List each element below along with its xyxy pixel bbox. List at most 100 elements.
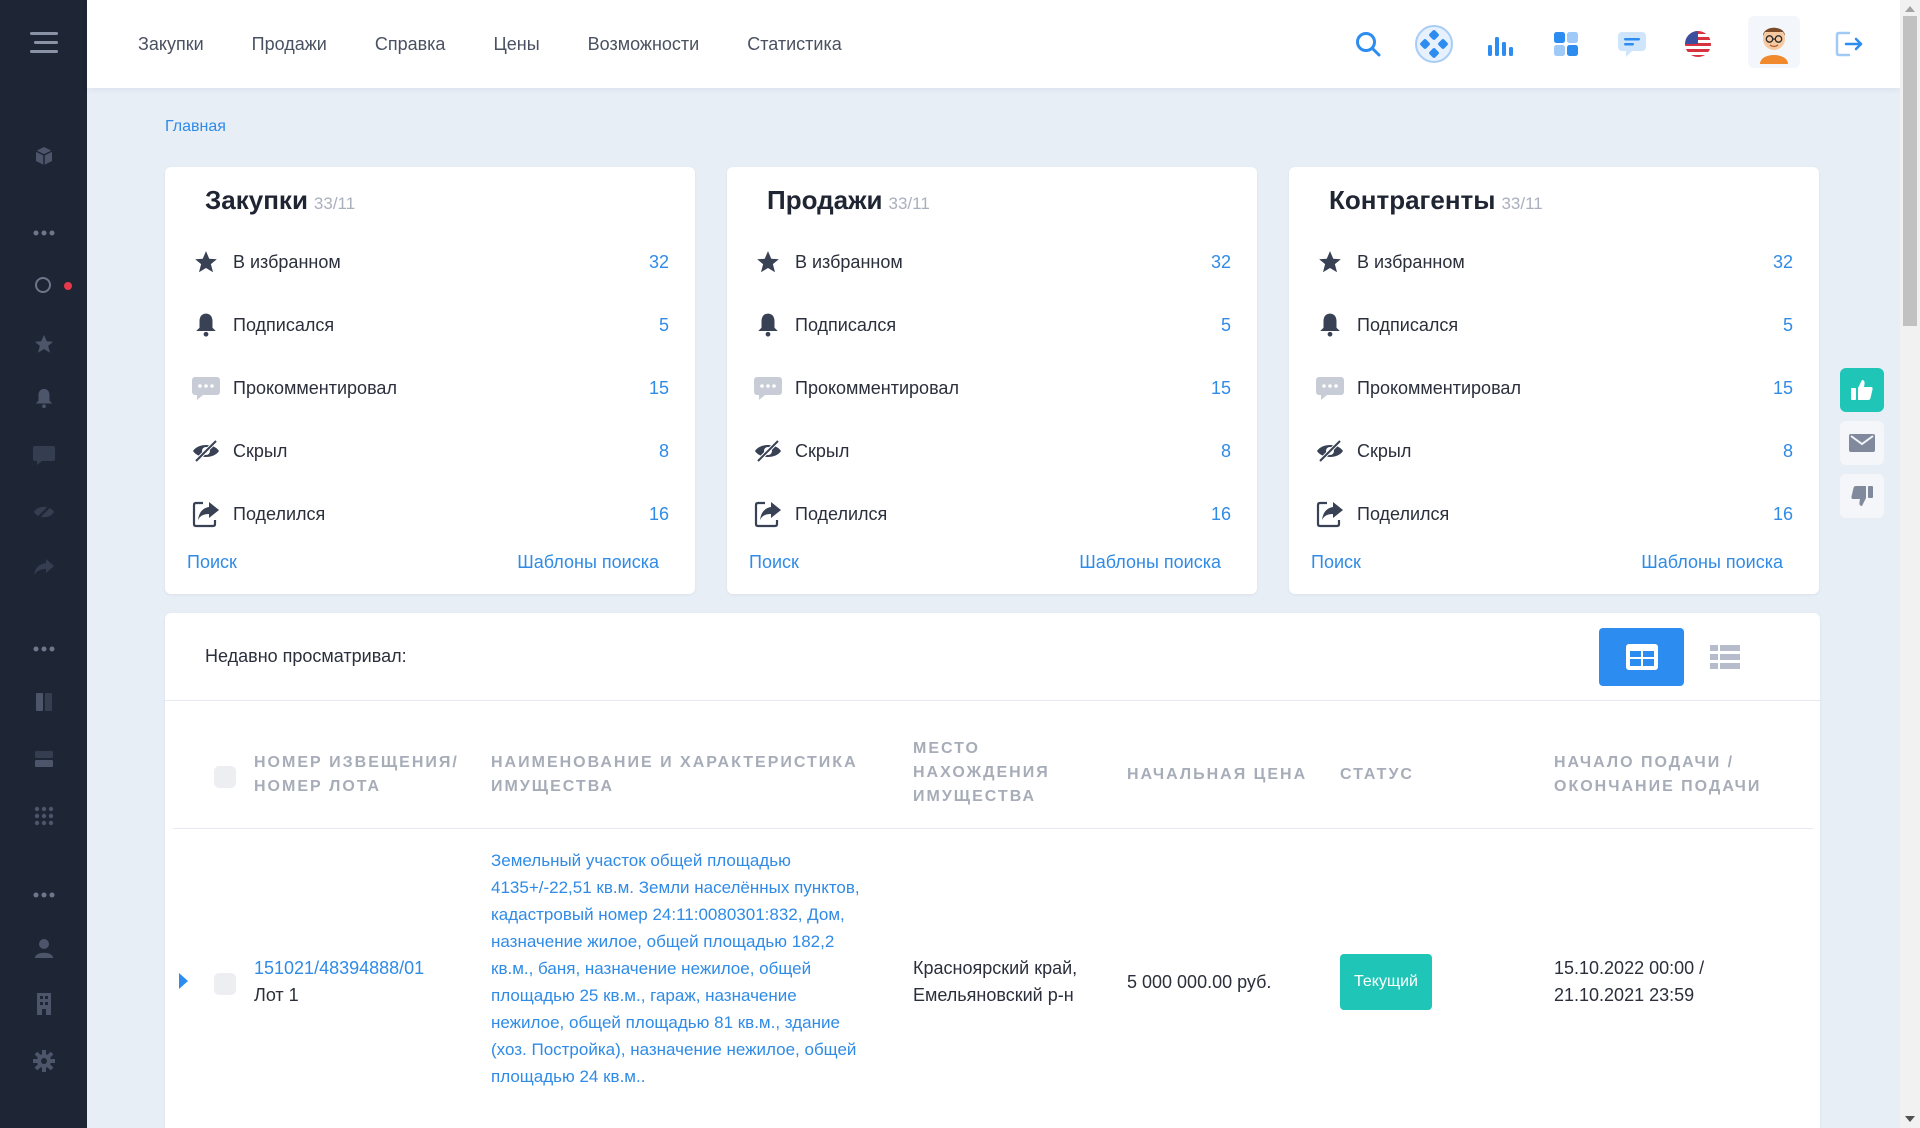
search-templates-link[interactable]: Шаблоны поиска bbox=[517, 552, 659, 573]
comment-icon bbox=[753, 373, 783, 403]
star-icon bbox=[1315, 247, 1345, 277]
bell-icon bbox=[753, 310, 783, 340]
stat-count[interactable]: 32 bbox=[1211, 252, 1231, 273]
thumbs-down-icon bbox=[1851, 486, 1873, 506]
stat-row[interactable]: Подписался 5 bbox=[753, 305, 1231, 345]
bell-icon bbox=[1315, 310, 1345, 340]
stat-row[interactable]: Прокомментировал 15 bbox=[191, 368, 669, 408]
col-status[interactable]: Статус bbox=[1340, 763, 1480, 787]
section-more-icon-3 bbox=[0, 875, 87, 915]
favorites-nav-icon[interactable] bbox=[0, 324, 87, 364]
bar-chart-icon[interactable] bbox=[1478, 22, 1522, 66]
stat-count[interactable]: 16 bbox=[1211, 504, 1231, 525]
search-link[interactable]: Поиск bbox=[749, 552, 799, 573]
property-description-link[interactable]: Земельный участок общей площадью 4135+/-… bbox=[491, 847, 869, 1090]
search-link[interactable]: Поиск bbox=[187, 552, 237, 573]
stat-row[interactable]: Поделился 16 bbox=[191, 494, 669, 534]
stat-count[interactable]: 15 bbox=[1773, 378, 1793, 399]
rows-nav-icon[interactable] bbox=[0, 739, 87, 779]
share-nav-icon[interactable] bbox=[0, 547, 87, 587]
breadcrumb[interactable]: Главная bbox=[165, 118, 226, 136]
stat-count[interactable]: 32 bbox=[649, 252, 669, 273]
stat-count[interactable]: 8 bbox=[1221, 441, 1231, 462]
user-avatar[interactable] bbox=[1748, 16, 1800, 68]
search-link[interactable]: Поиск bbox=[1311, 552, 1361, 573]
stat-count[interactable]: 5 bbox=[1221, 315, 1231, 336]
stat-count[interactable]: 5 bbox=[659, 315, 669, 336]
card-title: Контрагенты 33/11 bbox=[1329, 185, 1543, 216]
hidden-nav-icon[interactable] bbox=[0, 492, 87, 532]
col-dates[interactable]: Начало подачи / окончание подачи bbox=[1554, 751, 1794, 799]
chat-icon[interactable] bbox=[1610, 22, 1654, 66]
menu-toggle-icon[interactable] bbox=[0, 22, 87, 62]
search-templates-link[interactable]: Шаблоны поиска bbox=[1079, 552, 1221, 573]
grid-view-button[interactable] bbox=[1599, 628, 1684, 686]
col-location[interactable]: Место нахождения имущества bbox=[913, 737, 1073, 809]
mail-button[interactable] bbox=[1840, 421, 1884, 465]
search-templates-link[interactable]: Шаблоны поиска bbox=[1641, 552, 1783, 573]
apps-nav-icon[interactable] bbox=[0, 796, 87, 836]
stat-row[interactable]: Скрыл 8 bbox=[753, 431, 1231, 471]
scroll-thumb[interactable] bbox=[1903, 16, 1917, 326]
us-flag-icon[interactable] bbox=[1676, 22, 1720, 66]
stat-count[interactable]: 8 bbox=[1783, 441, 1793, 462]
property-location: Красноярский край, Емельяновский р-н bbox=[913, 958, 1078, 1005]
expand-row-icon[interactable] bbox=[179, 973, 188, 989]
stat-label: Скрыл bbox=[233, 440, 288, 461]
list-view-button[interactable] bbox=[1682, 628, 1767, 686]
building-nav-icon[interactable] bbox=[0, 984, 87, 1024]
vertical-scrollbar[interactable] bbox=[1900, 0, 1920, 1128]
stat-row[interactable]: В избранном 32 bbox=[1315, 242, 1793, 282]
stat-count[interactable]: 5 bbox=[1783, 315, 1793, 336]
stat-row[interactable]: Подписался 5 bbox=[191, 305, 669, 345]
stat-row[interactable]: Поделился 16 bbox=[1315, 494, 1793, 534]
share-icon bbox=[1315, 499, 1345, 529]
share-icon bbox=[753, 499, 783, 529]
bell-nav-icon[interactable] bbox=[0, 378, 87, 418]
stat-label: Подписался bbox=[1357, 314, 1459, 335]
stat-row[interactable]: Подписался 5 bbox=[1315, 305, 1793, 345]
comments-nav-icon[interactable] bbox=[0, 435, 87, 475]
grid-view-icon bbox=[1625, 644, 1658, 670]
cube-icon[interactable] bbox=[0, 136, 87, 176]
stat-count[interactable]: 32 bbox=[1773, 252, 1793, 273]
select-all-checkbox[interactable] bbox=[214, 766, 236, 788]
dislike-button[interactable] bbox=[1840, 474, 1884, 518]
col-start-price[interactable]: Начальная цена bbox=[1127, 763, 1317, 787]
col-description[interactable]: Наименование и характеристика имущества bbox=[491, 751, 881, 799]
like-button[interactable] bbox=[1840, 368, 1884, 412]
stat-count[interactable]: 16 bbox=[1773, 504, 1793, 525]
section-more-icon bbox=[0, 213, 87, 253]
user-nav-icon[interactable] bbox=[0, 928, 87, 968]
search-icon[interactable] bbox=[1346, 22, 1390, 66]
stat-row[interactable]: В избранном 32 bbox=[191, 242, 669, 282]
col-notice-number[interactable]: Номер извещения/ номер лота bbox=[254, 751, 464, 799]
scroll-down-icon[interactable] bbox=[1905, 1116, 1915, 1122]
stat-row[interactable]: В избранном 32 bbox=[753, 242, 1231, 282]
logout-icon[interactable] bbox=[1828, 22, 1872, 66]
mail-icon bbox=[1849, 434, 1875, 452]
stat-row[interactable]: Скрыл 8 bbox=[191, 431, 669, 471]
stat-row[interactable]: Прокомментировал 15 bbox=[753, 368, 1231, 408]
divider bbox=[165, 700, 1820, 701]
columns-nav-icon[interactable] bbox=[0, 682, 87, 722]
stat-label: Подписался bbox=[233, 314, 335, 335]
stat-row[interactable]: Прокомментировал 15 bbox=[1315, 368, 1793, 408]
star-icon bbox=[753, 247, 783, 277]
dashboard-icon[interactable] bbox=[1544, 22, 1588, 66]
stat-count[interactable]: 8 bbox=[659, 441, 669, 462]
stat-row[interactable]: Скрыл 8 bbox=[1315, 431, 1793, 471]
search-nav-icon[interactable] bbox=[0, 266, 87, 306]
notice-number-link[interactable]: 151021/48394888/01 bbox=[254, 955, 469, 982]
stat-row[interactable]: Поделился 16 bbox=[753, 494, 1231, 534]
settings-gear-icon[interactable] bbox=[0, 1041, 87, 1081]
stat-label: Прокомментировал bbox=[233, 377, 397, 398]
stat-count[interactable]: 16 bbox=[649, 504, 669, 525]
stat-count[interactable]: 15 bbox=[649, 378, 669, 399]
joystick-icon[interactable] bbox=[1412, 22, 1456, 66]
row-checkbox[interactable] bbox=[214, 973, 236, 995]
status-badge: Текущий bbox=[1340, 954, 1432, 1010]
stat-count[interactable]: 15 bbox=[1211, 378, 1231, 399]
stat-label: Поделился bbox=[795, 503, 888, 524]
scroll-up-icon[interactable] bbox=[1905, 6, 1915, 12]
